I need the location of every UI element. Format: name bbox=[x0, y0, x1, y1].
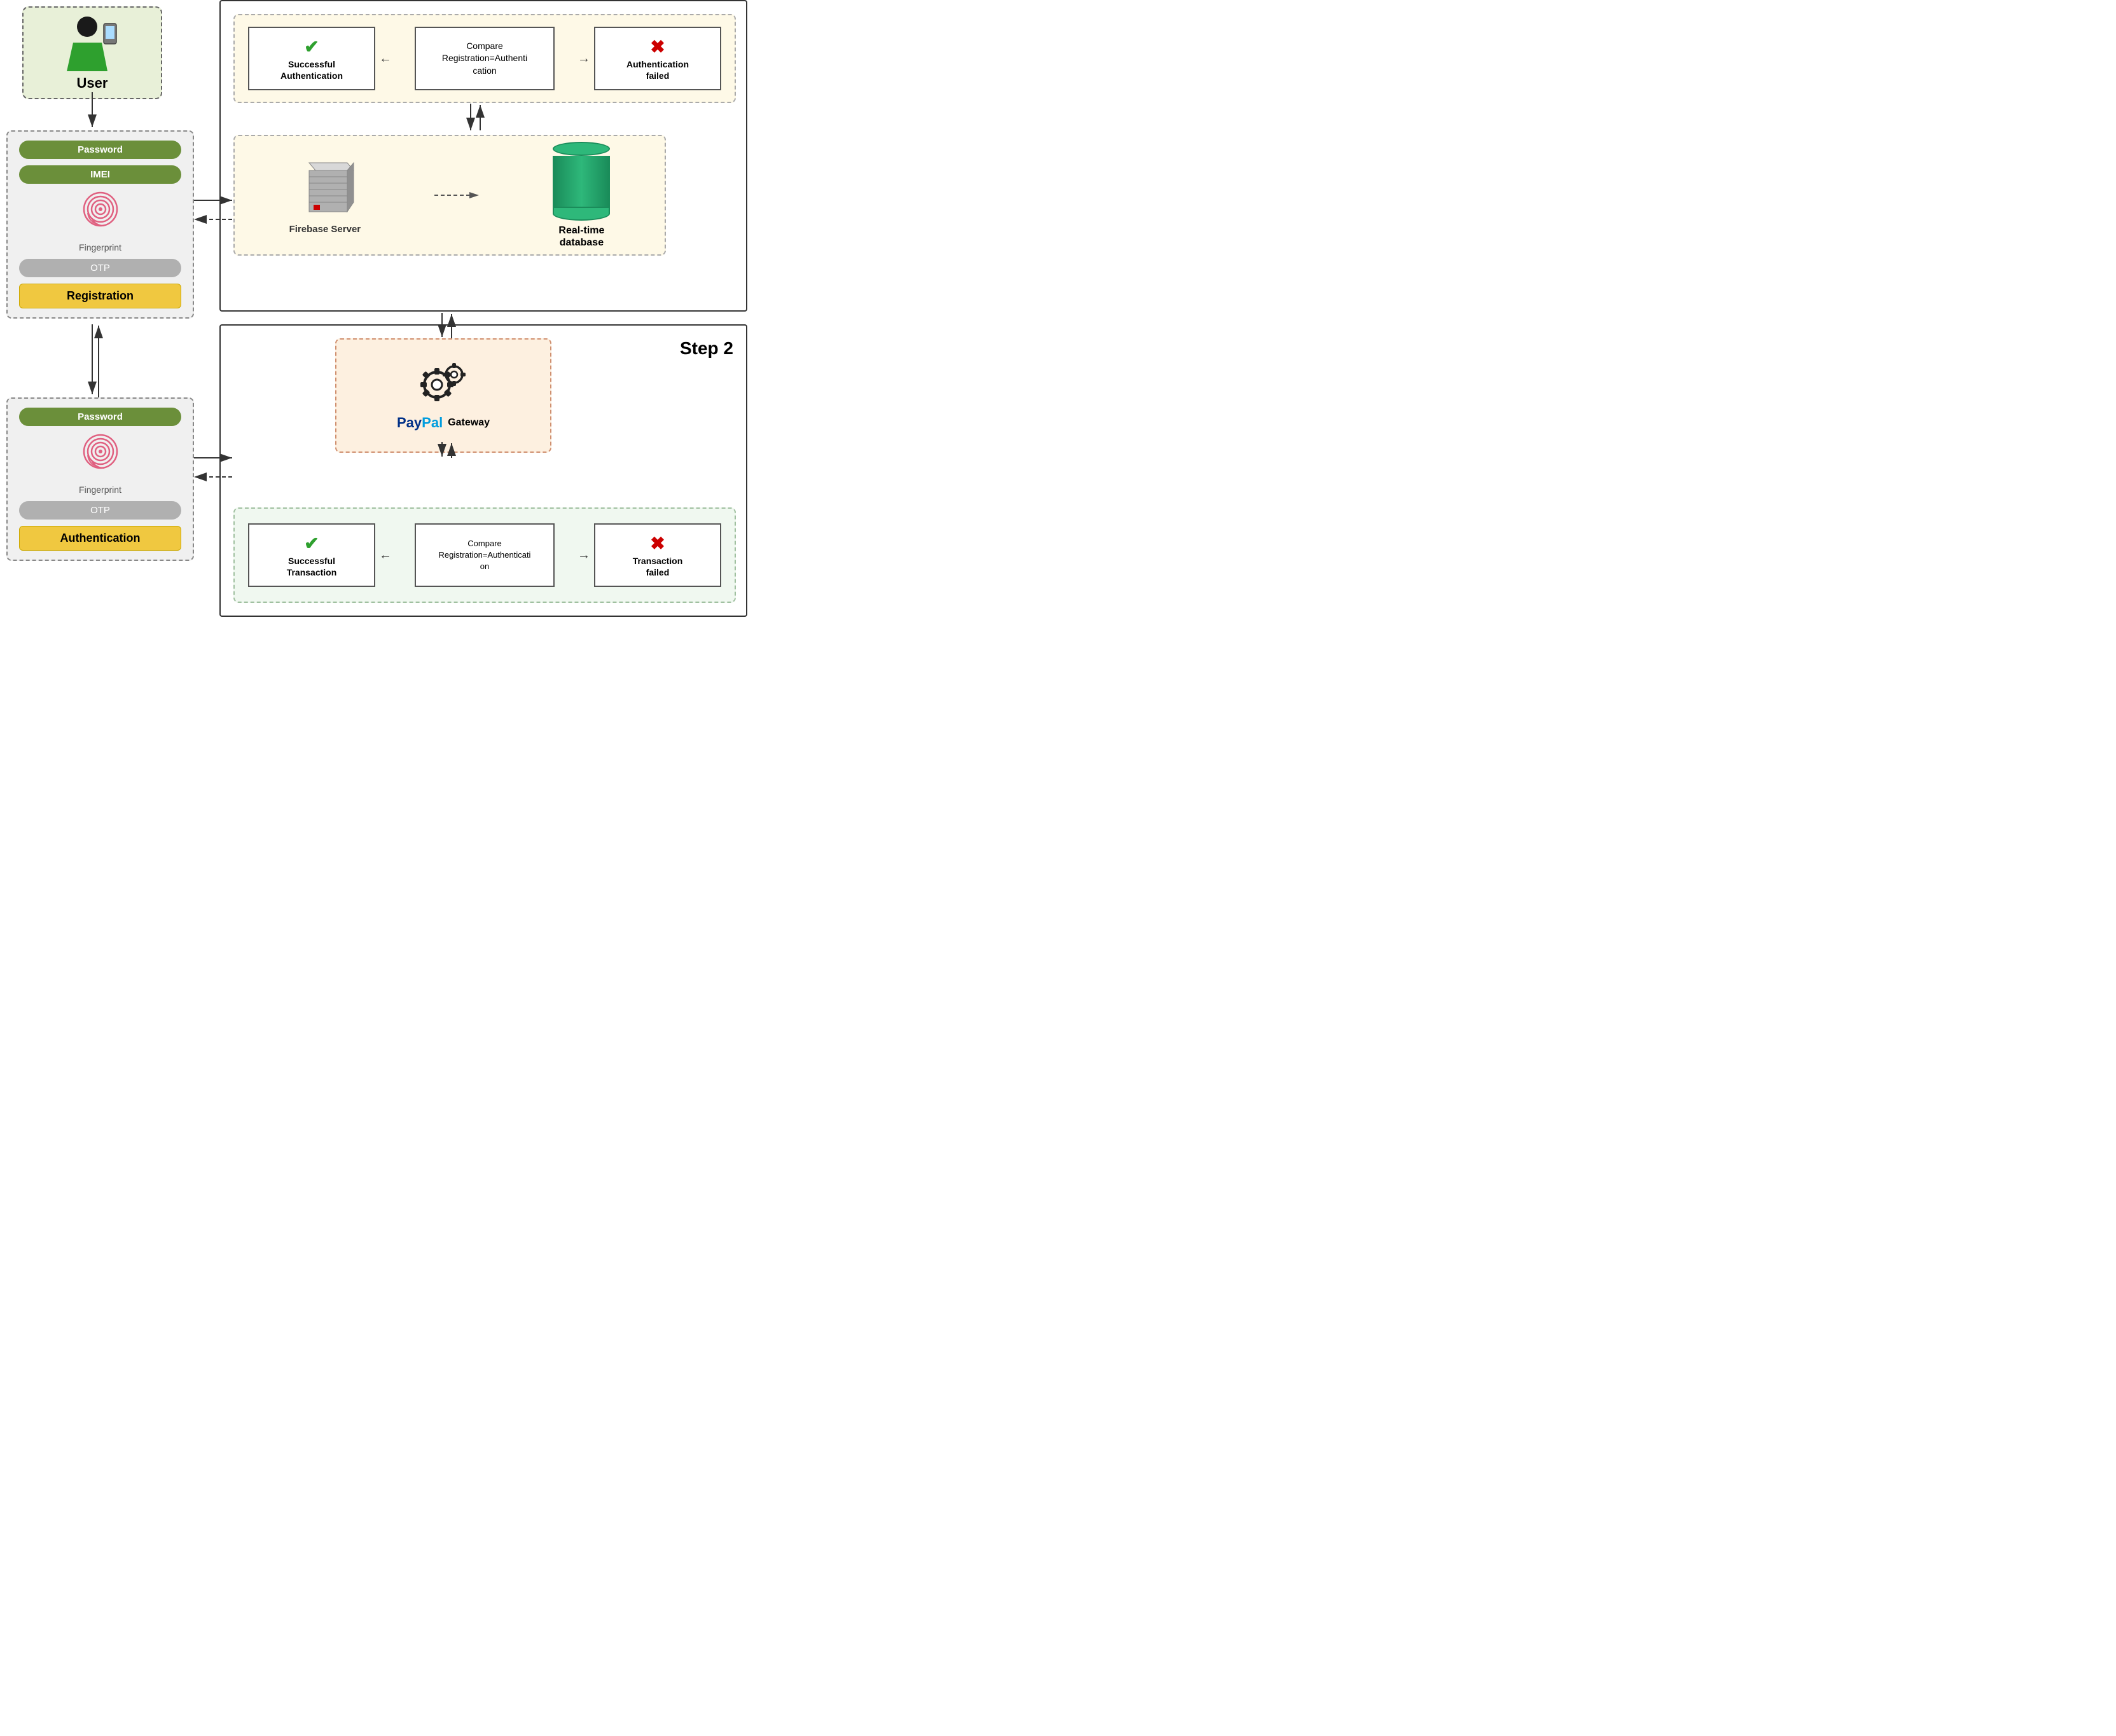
cylinder-top bbox=[553, 142, 610, 156]
user-label: User bbox=[30, 75, 155, 92]
step2-box: Step 2 bbox=[219, 324, 747, 617]
imei-pill: IMEI bbox=[19, 165, 181, 184]
cylinder-body bbox=[553, 156, 610, 207]
dashed-arrow-svg bbox=[431, 189, 482, 202]
registration-button[interactable]: Registration bbox=[19, 284, 181, 308]
paypal-p: Pay bbox=[397, 415, 422, 431]
firebase-server: Firebase Server bbox=[289, 156, 361, 235]
password-pill: Password bbox=[19, 141, 181, 159]
database-container: Real-timedatabase bbox=[553, 142, 610, 249]
fingerprint-svg-auth bbox=[81, 432, 120, 471]
user-avatar-svg bbox=[60, 14, 124, 71]
firebase-label: Firebase Server bbox=[289, 224, 361, 235]
main-diagram: User Password IMEI Fingerprint OTP Regis… bbox=[0, 0, 763, 623]
server-db-arrow bbox=[431, 189, 482, 202]
cylinder-bottom bbox=[553, 207, 610, 221]
success-transaction-label: SuccessfulTransaction bbox=[287, 555, 337, 578]
step2-label: Step 2 bbox=[680, 338, 733, 359]
transaction-fail-label: Transactionfailed bbox=[633, 555, 683, 578]
cross-icon-step2: ✖ bbox=[650, 532, 665, 555]
paypal-pal: Pal bbox=[422, 415, 443, 431]
auth-fail-label: Authenticationfailed bbox=[626, 59, 689, 81]
user-figure bbox=[30, 14, 155, 71]
paypal-area: PayPal Gateway bbox=[335, 338, 551, 453]
compare-label-step1: CompareRegistration=Authentication bbox=[442, 40, 527, 78]
compare-area-step2: ✔ SuccessfulTransaction ← CompareRegistr… bbox=[233, 507, 736, 603]
otp-pill-reg: OTP bbox=[19, 259, 181, 277]
success-transaction-box: ✔ SuccessfulTransaction bbox=[248, 523, 375, 587]
fingerprint-label-auth: Fingerprint bbox=[19, 485, 181, 495]
step1-box: Step 1 ✔ SuccessfulAuthentication ← Comp… bbox=[219, 0, 747, 312]
success-auth-label: SuccessfulAuthentication bbox=[280, 59, 343, 81]
compare-box-step1: CompareRegistration=Authentication bbox=[415, 27, 555, 90]
fingerprint-svg-reg bbox=[81, 190, 120, 228]
cylinder-icon bbox=[553, 142, 610, 221]
gateway-label: Gateway bbox=[448, 417, 490, 429]
authentication-button[interactable]: Authentication bbox=[19, 526, 181, 551]
compare-label-step2: CompareRegistration=Authentication bbox=[439, 538, 531, 573]
compare-area-step1: ✔ SuccessfulAuthentication ← CompareRegi… bbox=[233, 14, 736, 103]
fingerprint-label-reg: Fingerprint bbox=[19, 242, 181, 252]
paypal-logo: PayPal bbox=[397, 415, 443, 431]
user-box: User bbox=[22, 6, 162, 99]
paypal-row: PayPal Gateway bbox=[397, 415, 490, 431]
arrow-right-step1: → bbox=[577, 52, 590, 66]
check-icon-step1: ✔ bbox=[304, 36, 319, 59]
auth-fail-box: ✖ Authenticationfailed bbox=[594, 27, 721, 90]
fingerprint-icon-reg bbox=[19, 190, 181, 236]
transaction-fail-box: ✖ Transactionfailed bbox=[594, 523, 721, 587]
gears-svg bbox=[415, 361, 472, 405]
gears-icon bbox=[415, 361, 472, 408]
database-label: Real-timedatabase bbox=[558, 224, 604, 249]
compare-box-step2: CompareRegistration=Authentication bbox=[415, 523, 555, 587]
authentication-box: Password Fingerprint OTP Authentication bbox=[6, 397, 194, 561]
fingerprint-icon-auth bbox=[19, 432, 181, 478]
cross-icon-step1: ✖ bbox=[650, 36, 665, 59]
server-svg bbox=[300, 156, 357, 220]
password-pill-auth: Password bbox=[19, 408, 181, 426]
arrow-left-step2: ← bbox=[379, 548, 392, 563]
arrow-left-step1: ← bbox=[379, 52, 392, 66]
check-icon-step2: ✔ bbox=[304, 532, 319, 555]
arrow-right-step2: → bbox=[577, 548, 590, 563]
firebase-area: Firebase Server Real-timedatabase bbox=[233, 135, 666, 256]
success-auth-box: ✔ SuccessfulAuthentication bbox=[248, 27, 375, 90]
server-3d-icon bbox=[300, 156, 350, 220]
registration-box: Password IMEI Fingerprint OTP Registrati… bbox=[6, 130, 194, 319]
otp-pill-auth: OTP bbox=[19, 501, 181, 520]
